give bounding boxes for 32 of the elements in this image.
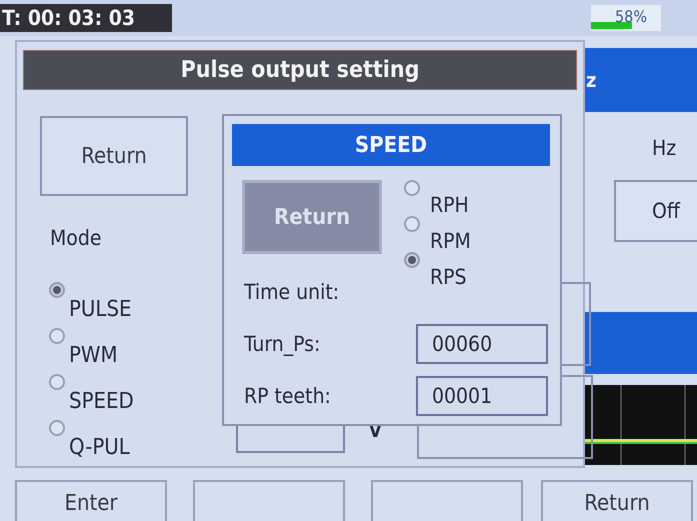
mode-option[interactable]: Q-PUL [69,436,130,460]
radio-button[interactable] [49,374,65,390]
dialog-title: Pulse output setting [23,50,577,90]
unit-label: Hz [652,136,676,160]
off-button[interactable]: Off [614,180,697,242]
battery-reading: 58% [615,7,647,26]
radio-button[interactable] [49,328,65,344]
softkey-button[interactable]: Return [541,480,693,521]
field-label: RP teeth: [243,384,332,408]
input-field[interactable]: 00001 [416,376,548,416]
radio-button[interactable] [404,180,420,196]
softkey-button[interactable] [371,480,523,521]
timer: T: 00: 03: 03 [0,4,172,32]
return-button[interactable]: Return [40,116,188,196]
input-field[interactable]: 00060 [416,324,548,364]
header-text: z [586,68,596,92]
mode-option[interactable]: PWM [69,344,118,368]
radio-button[interactable] [404,252,420,268]
time-unit-label: Time unit: [244,280,340,304]
unit-option[interactable]: RPH [430,194,469,216]
unit-option[interactable]: RPM [430,230,471,252]
radio-button[interactable] [49,282,65,298]
mode-option[interactable]: PULSE [69,298,132,322]
unit-option[interactable]: RPS [430,266,467,288]
softkey-button[interactable]: Enter [15,480,167,521]
dialog-title: SPEED [232,124,550,166]
radio-button[interactable] [404,216,420,232]
field-label: Turn_Ps: [243,332,322,356]
mode-option[interactable]: SPEED [69,390,134,414]
mode-label: Mode [50,226,102,250]
radio-button[interactable] [49,420,65,436]
softkey-button[interactable] [193,480,345,521]
